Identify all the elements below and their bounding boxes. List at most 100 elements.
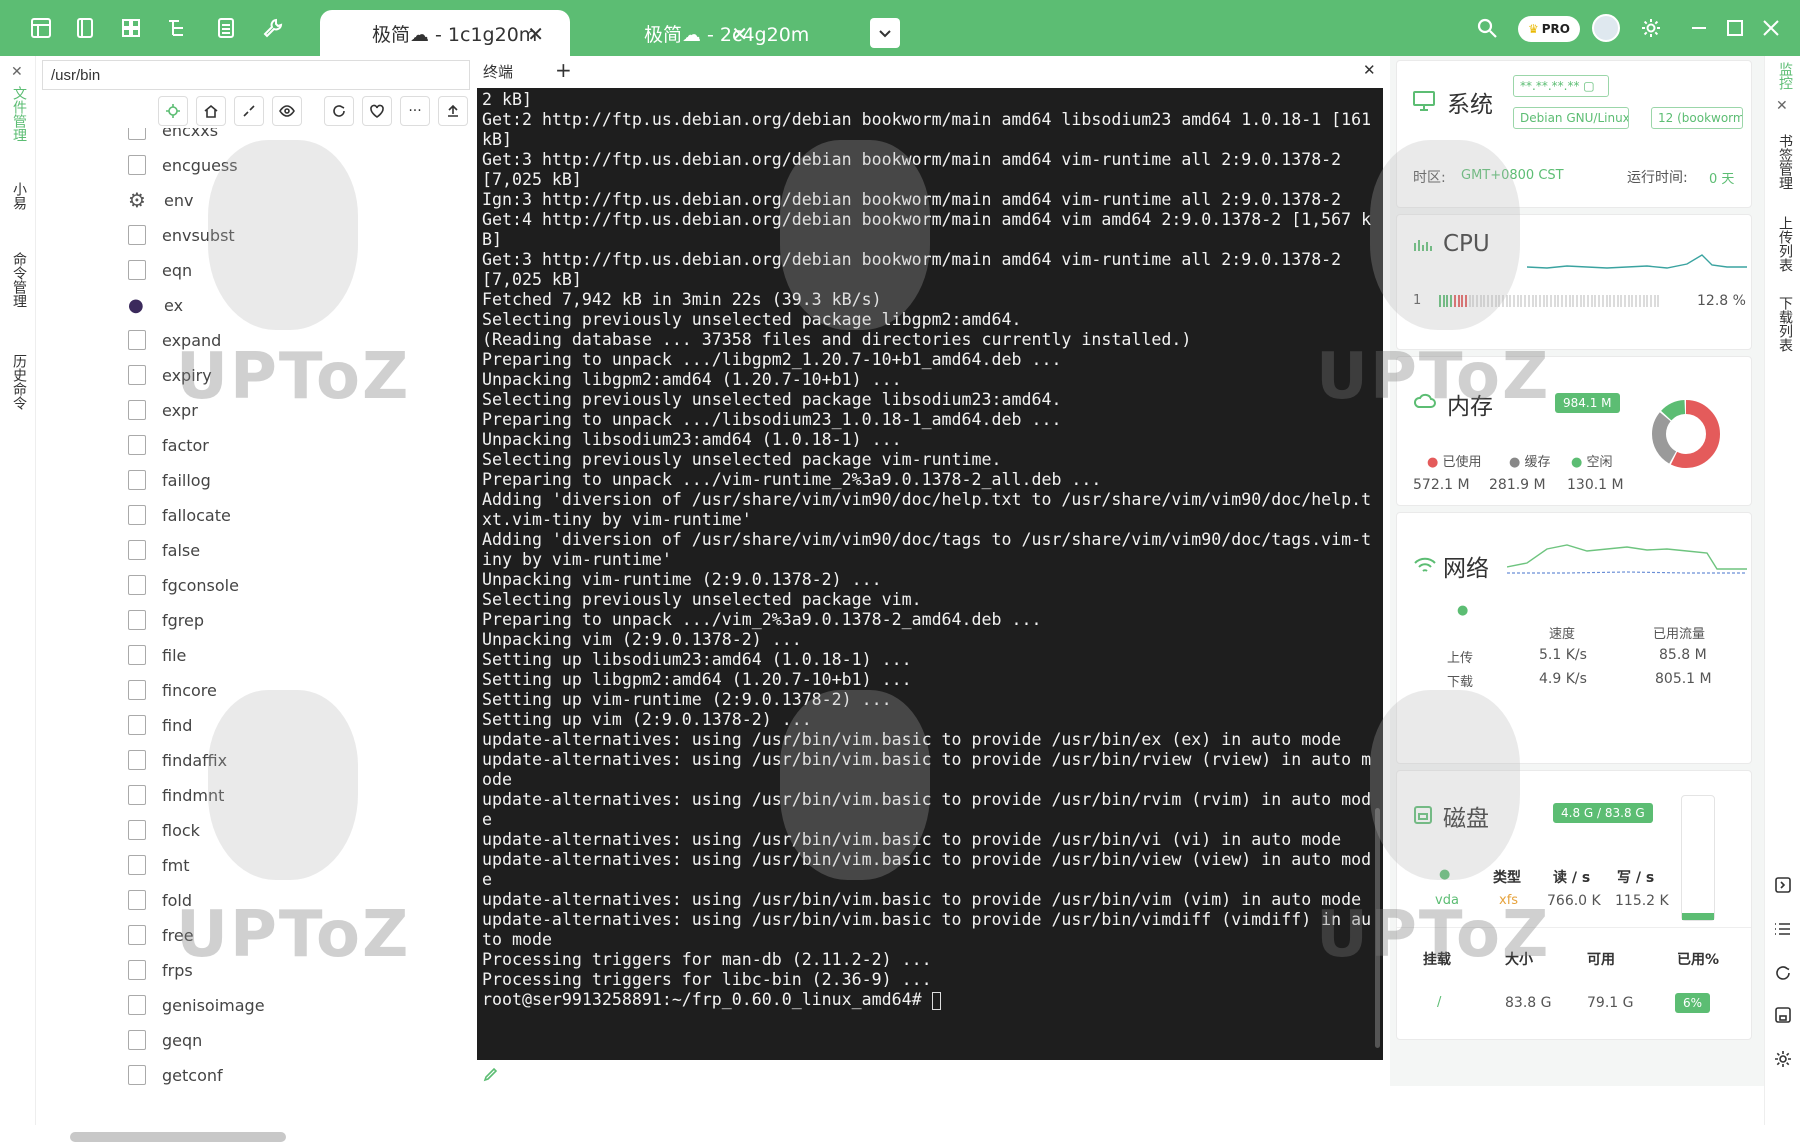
minimize-icon[interactable] [1688, 17, 1710, 39]
cpu-bar-segment [1527, 295, 1530, 307]
cpu-bar-segment [1638, 295, 1641, 307]
file-item[interactable]: fallocate [128, 501, 231, 529]
file-item[interactable]: file [128, 641, 186, 669]
path-input[interactable] [42, 60, 470, 90]
file-item[interactable]: ⚙ env [128, 186, 193, 214]
notebook-icon[interactable] [74, 17, 96, 39]
file-item[interactable]: envsubst [128, 221, 235, 249]
file-item[interactable]: expiry [128, 361, 212, 389]
close-icon[interactable]: ✕ [1363, 61, 1376, 79]
wrench-icon[interactable] [262, 17, 284, 39]
file-item[interactable]: fincore [128, 676, 217, 704]
rail-item-history[interactable]: 历史命令 [9, 354, 29, 410]
close-icon[interactable]: ✕ [11, 64, 23, 80]
cpu-bar-segment [1624, 295, 1626, 307]
disk-write-label: 写 / s [1617, 870, 1655, 886]
disk-filesystem: xfs [1499, 893, 1519, 908]
file-item[interactable]: fmt [128, 851, 190, 879]
rail-item-xiaoyi[interactable]: 小易 [9, 182, 29, 210]
file-item[interactable]: geqn [128, 1026, 202, 1054]
file-icon [128, 225, 146, 245]
file-item[interactable]: expand [128, 326, 221, 354]
file-item[interactable]: fgconsole [128, 571, 239, 599]
file-item[interactable]: findaffix [128, 746, 227, 774]
cpu-bar-segment [1642, 295, 1645, 307]
file-item[interactable]: factor [128, 431, 209, 459]
tab-dropdown-button[interactable] [870, 18, 900, 48]
file-item[interactable]: encxxs [128, 128, 218, 144]
network-sparkline [1507, 544, 1747, 574]
home-button[interactable] [196, 96, 226, 126]
pen-icon[interactable] [483, 1066, 499, 1082]
rail-item-uploads[interactable]: 上传列表 [1775, 216, 1795, 272]
add-tab-icon[interactable]: + [555, 58, 572, 82]
terminal-tab[interactable]: 终端 [483, 61, 513, 82]
file-item[interactable]: ● ex [128, 291, 183, 319]
network-traffic-label: 已用流量 [1653, 627, 1706, 642]
gear-icon[interactable] [1640, 17, 1662, 39]
close-window-icon[interactable] [1760, 17, 1782, 39]
tab-session-1[interactable]: 极简☁ - 1c1g20m ✕ [320, 10, 570, 56]
panel-icon[interactable] [1774, 876, 1792, 894]
rail-item-file-manager[interactable]: 文件管理 [9, 86, 29, 142]
save-icon[interactable] [1774, 1006, 1792, 1024]
file-item[interactable]: genisoimage [128, 991, 265, 1019]
search-icon[interactable] [1476, 17, 1498, 39]
file-item[interactable]: faillog [128, 466, 211, 494]
file-item[interactable]: fgrep [128, 606, 204, 634]
memory-free-label: ● 空闲 [1571, 455, 1613, 470]
list-icon[interactable] [1774, 920, 1792, 938]
file-item[interactable]: frps [128, 956, 193, 984]
file-item[interactable]: find [128, 711, 192, 739]
collapse-button[interactable] [234, 96, 264, 126]
refresh-icon[interactable] [1774, 964, 1792, 982]
eye-icon[interactable] [272, 96, 302, 126]
terminal-scrollbar[interactable] [1375, 808, 1380, 1048]
favorite-button[interactable] [362, 96, 392, 126]
ip-tag[interactable]: **.**.**.** ▢ [1513, 75, 1609, 97]
gear-icon[interactable] [1774, 1050, 1792, 1068]
file-item[interactable]: free [128, 921, 194, 949]
horizontal-scrollbar[interactable] [70, 1132, 286, 1142]
maximize-icon[interactable] [1724, 17, 1746, 39]
close-icon[interactable]: ✕ [527, 22, 544, 46]
list-icon[interactable] [215, 17, 237, 39]
file-item[interactable]: findmnt [128, 781, 224, 809]
close-icon[interactable]: ✕ [1776, 98, 1788, 114]
file-name: findaffix [162, 750, 228, 770]
cpu-bar-segment [1439, 295, 1441, 307]
file-item[interactable]: eqn [128, 256, 192, 284]
rail-item-monitor[interactable]: 监控 [1775, 62, 1795, 90]
pro-badge[interactable]: ♛ PRO [1518, 16, 1580, 42]
file-icon [128, 470, 146, 490]
rail-item-command-manager[interactable]: 命令管理 [9, 252, 29, 308]
upload-button[interactable] [438, 96, 468, 126]
avatar[interactable] [1592, 14, 1620, 42]
file-name: fold [162, 890, 193, 910]
more-button[interactable]: ··· [400, 96, 430, 126]
terminal-line: (Reading database ... 37358 files and di… [482, 330, 1192, 349]
file-item[interactable]: encguess [128, 151, 238, 179]
layout-icon[interactable] [120, 17, 142, 39]
file-name: fgrep [162, 610, 205, 630]
close-icon[interactable]: ✕ [731, 22, 748, 46]
tab-session-2[interactable]: 极简☁ - 2c4g20m ✕ [588, 10, 848, 56]
file-item[interactable]: fold [128, 886, 192, 914]
cpu-bar-segment [1494, 295, 1497, 307]
file-item[interactable]: flock [128, 816, 200, 844]
cpu-bar-segment [1557, 295, 1560, 307]
refresh-button[interactable] [324, 96, 354, 126]
file-icon [128, 820, 146, 840]
network-down-label: 下载 [1447, 675, 1474, 690]
rail-item-downloads[interactable]: 下载列表 [1775, 296, 1795, 352]
rail-item-bookmarks[interactable]: 书签管理 [1775, 134, 1795, 190]
locate-button[interactable] [158, 96, 188, 126]
file-item[interactable]: getconf [128, 1061, 223, 1089]
tree-icon[interactable] [166, 17, 188, 39]
terminal[interactable]: 2 kB] Get:2 http://ftp.us.debian.org/debi… [477, 88, 1383, 1060]
file-item[interactable]: expr [128, 396, 198, 424]
cpu-bar-segment [1649, 295, 1652, 307]
memory-title: 内存 [1447, 394, 1493, 420]
grid-icon[interactable] [30, 17, 52, 39]
file-item[interactable]: false [128, 536, 200, 564]
